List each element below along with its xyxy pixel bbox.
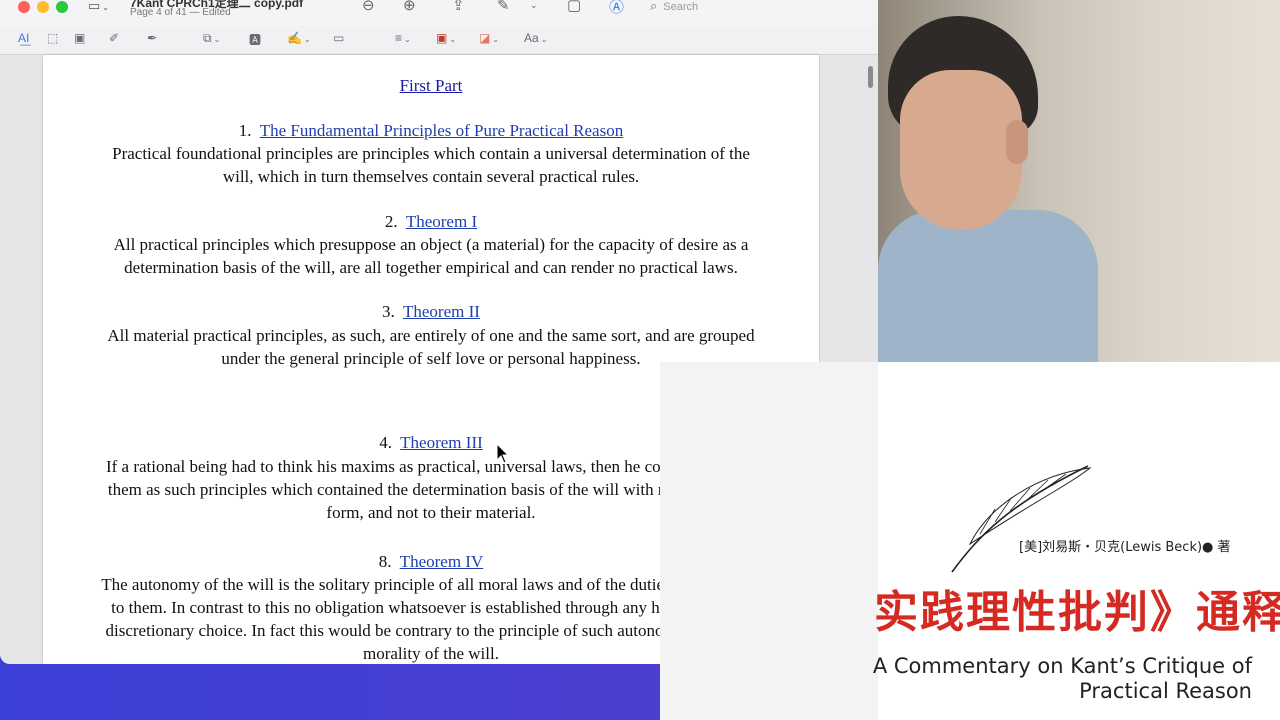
markup-pen-icon[interactable]: ✎ — [497, 0, 510, 14]
body-line: will, which in turn themselves contain s… — [222, 167, 640, 186]
note-icon[interactable]: ▭ — [333, 31, 344, 45]
markup-toolbar: A͟I ⬚ ▣ ✐ ✒ ⧉ ⌄ 🅰 ✍ ⌄ ▭ ≡ ⌄ ▣ ⌄ ◪ ⌄ Aa ⌄ — [0, 26, 878, 55]
section-heading: 1. The Fundamental Principles of Pure Pr… — [43, 121, 819, 141]
book-cover: [美]刘易斯・贝克(Lewis Beck)● 著 实践理性批判》通释 A Com… — [660, 362, 1280, 720]
section-number: 1. — [238, 121, 252, 140]
book-cover-margin — [660, 362, 878, 720]
zoom-window-button[interactable] — [56, 1, 68, 13]
mouse-cursor-icon — [496, 443, 510, 464]
book-title-english: A Commentary on Kant’s Critique of — [872, 654, 1252, 678]
signature-icon[interactable]: ✍ ⌄ — [287, 31, 311, 45]
body-line: determination basis of the will, are all… — [124, 258, 738, 277]
section-link[interactable]: Theorem II — [403, 302, 480, 321]
zoom-out-icon[interactable]: ⊖ — [362, 0, 375, 14]
presenter-face — [900, 70, 1022, 230]
document-page-status: Page 4 of 41 — Edited — [130, 7, 231, 18]
section-number: 2. — [384, 212, 398, 231]
minimize-window-button[interactable] — [37, 1, 49, 13]
search-placeholder: Search — [663, 1, 699, 13]
part-title[interactable]: First Part — [43, 76, 819, 96]
highlight-icon[interactable]: Ⓐ — [609, 0, 624, 17]
text-style-label: Aa — [524, 31, 539, 45]
body-line: All practical principles which presuppos… — [113, 235, 749, 254]
search-icon: ⌕ — [650, 0, 658, 13]
webcam-video — [878, 0, 1280, 362]
section-link[interactable]: Theorem III — [400, 433, 483, 452]
rect-select-icon[interactable]: ⬚ — [47, 31, 58, 45]
section-link[interactable]: Theorem IV — [400, 552, 484, 571]
title-bar: ▭ ⌄ 7Kant CPRCh1定理二 copy.pdf Page 4 of 41… — [0, 0, 878, 26]
feather-icon — [951, 465, 1092, 573]
body-line: All material practical principles, as su… — [107, 326, 755, 345]
scrollbar-thumb[interactable] — [868, 66, 873, 88]
presenter-shirt — [878, 210, 1098, 362]
book-title-english-line2: Practical Reason — [1079, 679, 1252, 703]
sketch-icon[interactable]: ✐ — [109, 31, 119, 45]
zoom-in-icon[interactable]: ⊕ — [403, 0, 416, 14]
section-number: 3. — [382, 302, 395, 321]
fill-color-icon[interactable]: ◪ ⌄ — [479, 31, 499, 45]
section-body: Practical foundational principles are pr… — [63, 142, 799, 188]
section-body: All practical principles which presuppos… — [63, 233, 799, 279]
search-field[interactable]: ⌕ Search — [650, 0, 810, 16]
draw-icon[interactable]: ✒ — [147, 31, 157, 45]
section-link[interactable]: The Fundamental Principles of Pure Pract… — [260, 121, 624, 140]
section-number: 8. — [378, 552, 392, 571]
border-color-icon[interactable]: ▣ ⌄ — [436, 31, 456, 45]
align-icon[interactable]: ≡ ⌄ — [395, 31, 411, 45]
section-number: 4. — [379, 433, 392, 452]
redact-icon[interactable]: ▣ — [74, 31, 85, 45]
rotate-icon[interactable]: ▢ — [567, 0, 581, 14]
section-heading: 2. Theorem I — [43, 212, 819, 232]
close-window-button[interactable] — [18, 1, 30, 13]
body-line: Practical foundational principles are pr… — [112, 144, 750, 163]
section-heading: 3. Theorem II — [43, 302, 819, 322]
shapes-icon[interactable]: ⧉ ⌄ — [203, 31, 220, 46]
desktop-background — [0, 660, 660, 720]
book-author: [美]刘易斯・贝克(Lewis Beck)● 著 — [1019, 540, 1231, 555]
text-style-button[interactable]: Aa ⌄ — [524, 31, 547, 45]
share-icon[interactable]: ⇪ — [452, 0, 465, 14]
book-title-chinese: 实践理性批判》通释 — [874, 587, 1280, 638]
text-cursor-icon[interactable]: A͟I — [18, 31, 29, 45]
section-link[interactable]: Theorem I — [406, 212, 477, 231]
sidebar-icon: ▭ — [88, 0, 101, 13]
presenter-ear — [1006, 120, 1028, 164]
sidebar-toggle-button[interactable]: ▭ ⌄ — [88, 0, 118, 14]
chevron-down-icon[interactable]: ⌄ — [530, 0, 538, 11]
chevron-down-icon: ⌄ — [102, 3, 109, 12]
textbox-icon[interactable]: 🅰 — [249, 31, 261, 48]
